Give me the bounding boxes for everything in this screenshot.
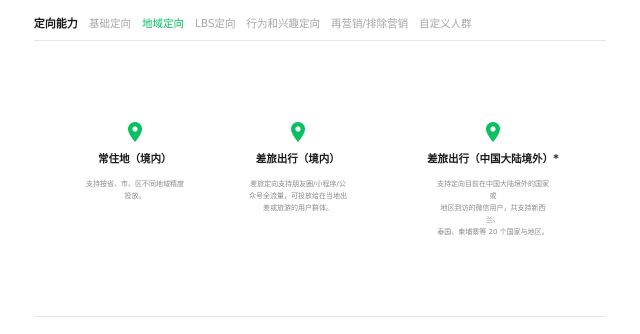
section-label: 定向能力 (34, 17, 78, 30)
card-resident-location: 常住地（境内） 支持按省、市、区不同地域精度 投放。 (40, 122, 230, 202)
footer-divider (34, 316, 606, 317)
header-divider (34, 40, 606, 41)
tab-custom-audience[interactable]: 自定义人群 (419, 16, 472, 31)
card-travel-overseas: 差旅出行（中国大陆境外）* 支持定向目前在中国大陆境外的国家或 地区到访的微信用… (398, 122, 588, 238)
location-pin-icon (291, 122, 305, 142)
card-title: 差旅出行（境内） (256, 153, 340, 165)
card-description: 差旅定向支持朋友圈/小程序/公 众号全流量，可投放给在当地出 差或旅游的用户群体… (249, 180, 347, 212)
card-title: 常住地（境内） (98, 153, 172, 165)
location-pin-icon (486, 122, 500, 142)
card-travel-domestic: 差旅出行（境内） 差旅定向支持朋友圈/小程序/公 众号全流量，可投放给在当地出 … (203, 122, 393, 214)
card-description: 支持定向目前在中国大陆境外的国家或 地区到访的微信用户，共支持新西兰、 泰国、柬… (437, 180, 549, 236)
tab-lbs-targeting[interactable]: LBS定向 (195, 16, 236, 31)
tab-basic-targeting[interactable]: 基础定向 (89, 16, 131, 31)
tab-remarketing-exclusion[interactable]: 再营销/排除营销 (331, 16, 408, 31)
card-title: 差旅出行（中国大陆境外）* (427, 153, 559, 165)
tab-behavior-interest-targeting[interactable]: 行为和兴趣定向 (247, 16, 321, 31)
targeting-tab-bar: 定向能力 基础定向 地域定向 LBS定向 行为和兴趣定向 再营销/排除营销 自定… (34, 14, 483, 32)
card-description: 支持按省、市、区不同地域精度 投放。 (86, 180, 184, 200)
location-pin-icon (128, 122, 142, 142)
tab-region-targeting[interactable]: 地域定向 (142, 16, 184, 31)
